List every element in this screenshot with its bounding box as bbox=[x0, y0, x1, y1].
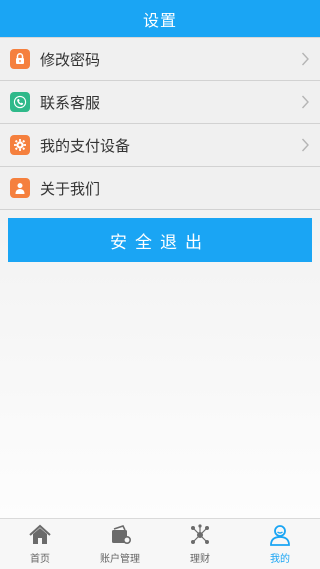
page-title: 设置 bbox=[142, 10, 177, 30]
app-header: 设置 bbox=[0, 0, 320, 37]
wallet-icon bbox=[112, 525, 132, 545]
user-icon bbox=[10, 178, 30, 198]
bottom-tab-bar: 首页 账户管理 理财 我的 bbox=[0, 518, 320, 569]
menu-item-label: 联系客服 bbox=[40, 93, 101, 112]
chevron-right-icon bbox=[301, 138, 309, 152]
tab-label: 我的 bbox=[270, 554, 290, 565]
menu-item-change-password[interactable]: 修改密码 bbox=[0, 37, 320, 81]
tab-mine[interactable]: 我的 bbox=[240, 519, 320, 569]
phone-icon bbox=[10, 92, 30, 112]
logout-button[interactable]: 安全退出 bbox=[8, 218, 312, 262]
menu-item-contact-support[interactable]: 联系客服 bbox=[0, 81, 320, 124]
logout-button-label: 安全退出 bbox=[110, 232, 210, 253]
tab-label: 理财 bbox=[190, 554, 210, 565]
tab-label: 账户管理 bbox=[100, 554, 140, 565]
chevron-right-icon bbox=[301, 52, 309, 66]
settings-content: 修改密码 联系客服 我的支付设备 关于我们 安全退出 bbox=[0, 37, 320, 518]
menu-item-label: 我的支付设备 bbox=[40, 136, 131, 155]
network-icon bbox=[191, 524, 209, 544]
settings-menu: 修改密码 联系客服 我的支付设备 关于我们 bbox=[0, 37, 320, 210]
tab-wealth[interactable]: 理财 bbox=[160, 519, 240, 569]
menu-item-label: 关于我们 bbox=[40, 179, 101, 198]
tab-account-management[interactable]: 账户管理 bbox=[80, 519, 160, 569]
profile-icon bbox=[270, 525, 290, 546]
home-icon bbox=[29, 524, 51, 544]
menu-item-label: 修改密码 bbox=[40, 50, 101, 69]
menu-item-payment-devices[interactable]: 我的支付设备 bbox=[0, 124, 320, 167]
lock-icon bbox=[10, 49, 30, 69]
tab-home[interactable]: 首页 bbox=[0, 519, 80, 569]
menu-item-about-us[interactable]: 关于我们 bbox=[0, 167, 320, 210]
tab-label: 首页 bbox=[30, 554, 50, 565]
device-gear-icon bbox=[10, 135, 30, 155]
chevron-right-icon bbox=[301, 95, 309, 109]
